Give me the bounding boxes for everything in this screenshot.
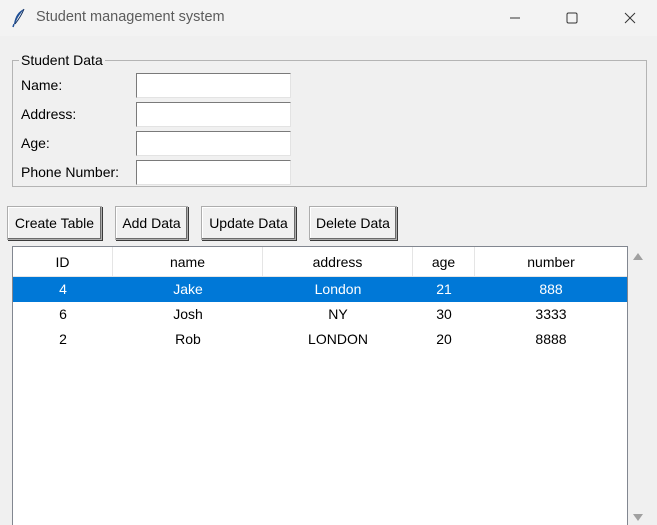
table-row[interactable]: 4 Jake London 21 888 [13,277,627,302]
column-header-address[interactable]: address [263,247,413,277]
close-button[interactable] [601,0,657,36]
group-legend: Student Data [19,52,105,68]
column-header-name[interactable]: name [113,247,263,277]
age-label: Age: [21,135,50,151]
minimize-button[interactable] [486,0,544,36]
cell-age: 30 [436,306,452,322]
column-header-number[interactable]: number [475,247,627,277]
column-header-id[interactable]: ID [13,247,113,277]
app-window: Student management system Student Data N… [0,0,657,525]
table-row[interactable]: 2 Rob LONDON 20 8888 [13,327,627,352]
cell-id: 6 [59,306,67,322]
table-row[interactable]: 6 Josh NY 30 3333 [13,302,627,327]
address-label: Address: [21,106,77,122]
cell-age: 20 [436,331,452,347]
window-title: Student management system [36,9,225,25]
scroll-down-icon[interactable] [632,512,644,522]
scroll-up-icon[interactable] [632,252,644,262]
column-header-age[interactable]: age [413,247,475,277]
cell-number: 888 [539,281,563,297]
cell-name: Jake [173,281,203,297]
phone-number-input[interactable] [136,160,291,185]
title-bar[interactable]: Student management system [0,0,657,36]
delete-data-button[interactable]: Delete Data [309,206,397,240]
cell-name: Rob [175,331,201,347]
cell-number: 8888 [535,331,567,347]
update-data-button[interactable]: Update Data [201,206,296,240]
student-table[interactable]: ID name address age number 4 Jake London… [12,246,628,525]
cell-id: 2 [59,331,67,347]
name-input[interactable] [136,73,291,98]
cell-id: 4 [59,281,67,297]
cell-age: 21 [436,281,452,297]
table-scrollbar[interactable] [628,246,648,525]
cell-name: Josh [173,306,203,322]
cell-address: NY [328,306,348,322]
maximize-icon [566,12,578,24]
cell-number: 3333 [535,306,567,322]
phone-number-label: Phone Number: [21,164,120,180]
minimize-icon [510,17,520,19]
add-data-button[interactable]: Add Data [115,206,188,240]
address-input[interactable] [136,102,291,127]
create-table-button[interactable]: Create Table [7,206,102,240]
age-input[interactable] [136,131,291,156]
maximize-button[interactable] [543,0,601,36]
cell-address: London [314,281,362,297]
feather-icon [11,8,27,28]
cell-address: LONDON [308,331,368,347]
name-label: Name: [21,77,63,93]
table-header: ID name address age number [13,247,627,277]
close-icon [624,12,636,24]
